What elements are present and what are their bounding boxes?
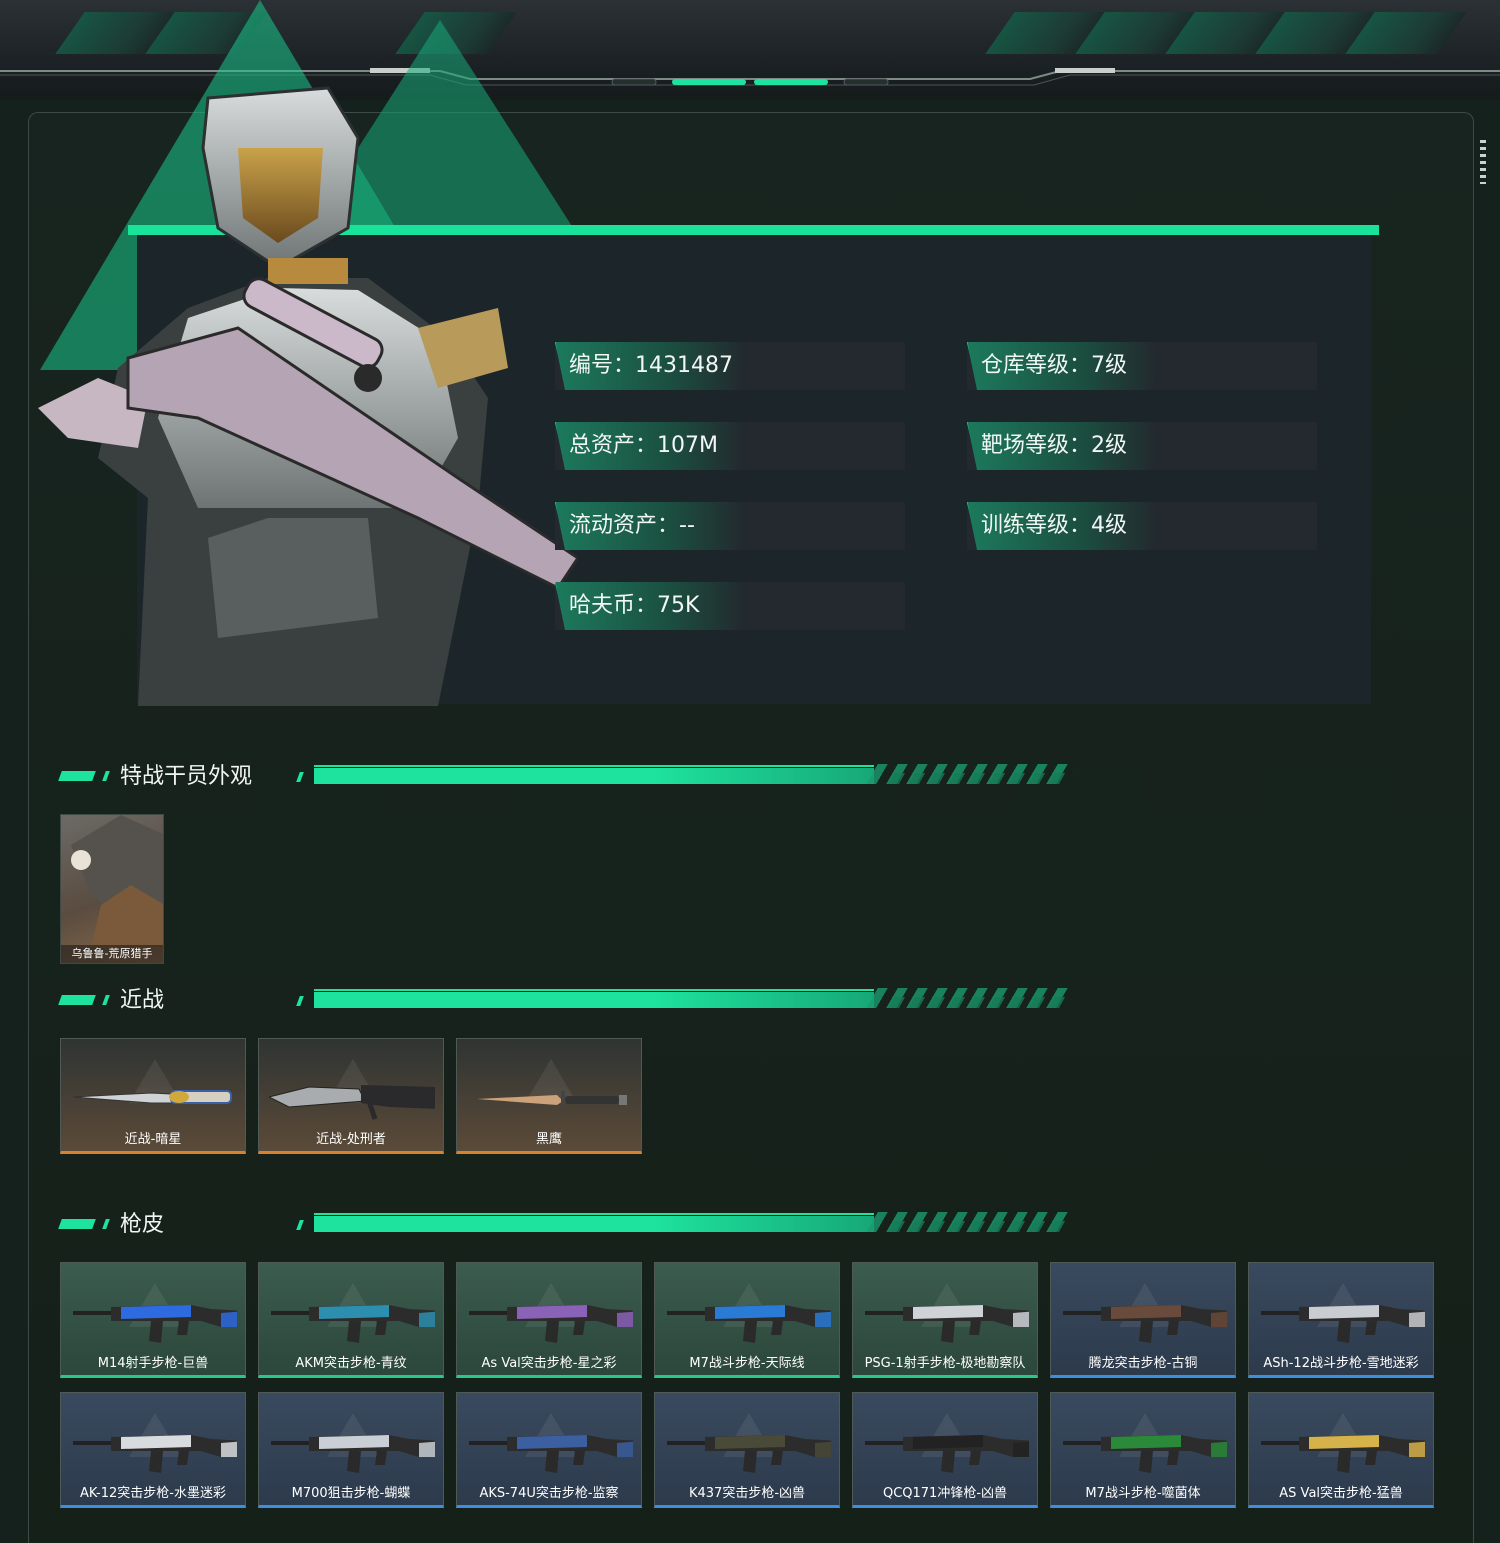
rifle-icon	[667, 1305, 831, 1343]
gun-skin-label: AKM突击步枪-青纹	[295, 1356, 407, 1371]
stat-liquid-assets: 流动资产：--	[555, 502, 905, 550]
rifle-icon	[73, 1435, 237, 1473]
gun-skin-label: ASh-12战斗步枪-雪地迷彩	[1263, 1356, 1419, 1371]
gun-skin-label: As Val突击步枪-星之彩	[481, 1356, 617, 1371]
gun-skin-card[interactable]: K437突击步枪-凶兽	[654, 1392, 840, 1508]
rifle-icon	[667, 1435, 831, 1473]
gun-skin-card[interactable]: AK-12突击步枪-水墨迷彩	[60, 1392, 246, 1508]
gun-skin-card[interactable]: AKM突击步枪-青纹	[258, 1262, 444, 1378]
gun-skin-card[interactable]: M700狙击步枪-蝴蝶	[258, 1392, 444, 1508]
gun-skin-card[interactable]: M14射手步枪-巨兽	[60, 1262, 246, 1378]
rifle-icon	[469, 1435, 633, 1473]
melee-card[interactable]: 近战-处刑者	[258, 1038, 444, 1154]
melee-label: 近战-处刑者	[316, 1132, 386, 1147]
knife-icon	[477, 1091, 627, 1107]
stat-liquid-assets-text: 流动资产：--	[569, 513, 695, 538]
gun-skin-card[interactable]: AKS-74U突击步枪-监察	[456, 1392, 642, 1508]
rifle-icon	[271, 1305, 435, 1343]
gun-skin-label: AKS-74U突击步枪-监察	[479, 1486, 619, 1501]
gun-skin-label: M700狙击步枪-蝴蝶	[291, 1486, 411, 1501]
operator-portrait	[38, 86, 578, 706]
gun-skin-card[interactable]: M7战斗步枪-天际线	[654, 1262, 840, 1378]
gun-skin-label: AS Val突击步枪-猛兽	[1279, 1486, 1403, 1501]
stat-training-level-text: 训练等级：4级	[981, 513, 1127, 538]
melee-card[interactable]: 近战-暗星	[60, 1038, 246, 1154]
gun-skin-label: M14射手步枪-巨兽	[97, 1356, 209, 1371]
section-header-operator-skins: 特战干员外观	[58, 762, 1076, 794]
section-title: 近战	[120, 988, 165, 1013]
rifle-icon	[469, 1305, 633, 1343]
operator-skin-card[interactable]: 乌鲁鲁-荒原猎手	[60, 814, 164, 964]
operator-skin-label: 乌鲁鲁-荒原猎手	[61, 945, 163, 963]
operator-skin-image	[71, 815, 163, 947]
stat-havoc-coin: 哈夫币：75K	[555, 582, 905, 630]
stat-warehouse-level-text: 仓库等级：7级	[981, 353, 1127, 378]
rifle-icon	[865, 1435, 1029, 1473]
gun-skin-card[interactable]: ASh-12战斗步枪-雪地迷彩	[1248, 1262, 1434, 1378]
stat-warehouse-level: 仓库等级：7级	[967, 342, 1317, 390]
gun-skin-label: K437突击步枪-凶兽	[688, 1486, 806, 1501]
rifle-icon	[1261, 1435, 1425, 1473]
stat-havoc-coin-text: 哈夫币：75K	[569, 593, 700, 618]
stat-range-level: 靶场等级：2级	[967, 422, 1317, 470]
knife-icon	[269, 1085, 435, 1120]
gun-skin-card[interactable]: As Val突击步枪-星之彩	[456, 1262, 642, 1378]
scrollbar-grip[interactable]	[1480, 140, 1486, 184]
section-header-gun-skins: 枪皮	[58, 1210, 1076, 1242]
gun-skin-label: M7战斗步枪-天际线	[689, 1356, 805, 1371]
gun-skin-card[interactable]: AS Val突击步枪-猛兽	[1248, 1392, 1434, 1508]
gun-skin-card[interactable]: PSG-1射手步枪-极地勘察队	[852, 1262, 1038, 1378]
melee-card[interactable]: 黑鹰	[456, 1038, 642, 1154]
section-header-melee: 近战	[58, 986, 1076, 1018]
melee-label: 黑鹰	[535, 1132, 562, 1147]
stat-id-text: 编号：1431487	[569, 353, 733, 378]
gun-skin-card[interactable]: QCQ171冲锋枪-凶兽	[852, 1392, 1038, 1508]
gun-skin-card[interactable]: 腾龙突击步枪-古铜	[1050, 1262, 1236, 1378]
rifle-icon	[1261, 1305, 1425, 1343]
stat-total-assets-text: 总资产：107M	[569, 433, 718, 458]
gun-skin-label: 腾龙突击步枪-古铜	[1088, 1356, 1198, 1371]
stat-range-level-text: 靶场等级：2级	[981, 433, 1127, 458]
melee-label: 近战-暗星	[124, 1132, 182, 1147]
stat-total-assets: 总资产：107M	[555, 422, 905, 470]
stat-id: 编号：1431487	[555, 342, 905, 390]
stat-training-level: 训练等级：4级	[967, 502, 1317, 550]
gun-skin-label: PSG-1射手步枪-极地勘察队	[864, 1356, 1026, 1371]
rifle-icon	[865, 1305, 1029, 1343]
section-title: 枪皮	[120, 1212, 165, 1237]
section-title: 特战干员外观	[120, 764, 253, 789]
gun-skin-label: QCQ171冲锋枪-凶兽	[882, 1486, 1008, 1501]
knife-icon	[72, 1090, 232, 1104]
gun-skin-label: AK-12突击步枪-水墨迷彩	[80, 1486, 226, 1501]
gun-skin-card[interactable]: M7战斗步枪-噬菌体	[1050, 1392, 1236, 1508]
rifle-icon	[1063, 1435, 1227, 1473]
rifle-icon	[73, 1305, 237, 1343]
rifle-icon	[271, 1435, 435, 1473]
gun-skin-label: M7战斗步枪-噬菌体	[1085, 1486, 1201, 1501]
rifle-icon	[1063, 1305, 1227, 1343]
